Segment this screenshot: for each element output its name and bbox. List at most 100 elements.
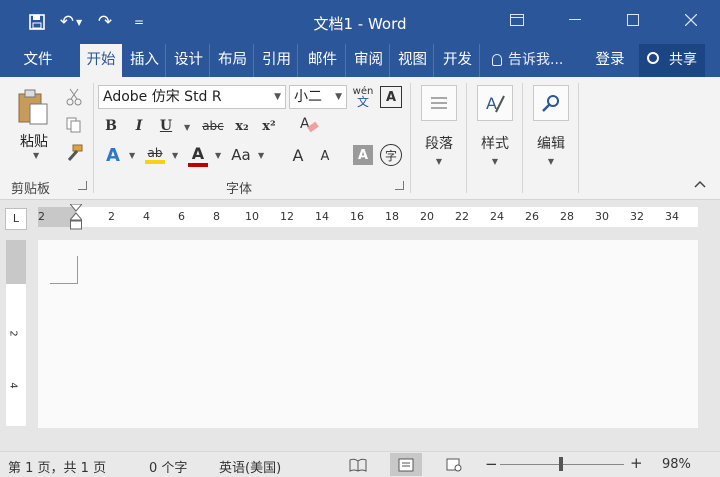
highlight-dropdown-icon[interactable]: ▼ bbox=[172, 151, 178, 160]
clear-formatting-icon[interactable]: A bbox=[297, 113, 321, 137]
horizontal-ruler[interactable]: 2 2 4 6 8 10 12 14 16 18 20 22 24 26 28 30 32 34 bbox=[38, 203, 698, 230]
phonetic-guide-button[interactable]: wén 文 bbox=[351, 83, 375, 111]
text-effects-button[interactable]: A bbox=[101, 143, 125, 167]
font-size-value: 小二 bbox=[294, 89, 322, 105]
search-icon bbox=[533, 85, 569, 121]
minimize-button[interactable] bbox=[546, 0, 604, 40]
italic-button[interactable]: I bbox=[129, 115, 149, 137]
change-case-dropdown-icon[interactable]: ▼ bbox=[258, 151, 264, 160]
chevron-down-icon: ▼ bbox=[274, 92, 281, 102]
format-painter-icon[interactable] bbox=[64, 143, 84, 163]
highlight-label: ab bbox=[147, 146, 163, 160]
tab-developer[interactable]: 开发 bbox=[436, 44, 480, 77]
document-page[interactable] bbox=[38, 240, 698, 428]
paste-dropdown-icon[interactable]: ▼ bbox=[33, 151, 39, 160]
tab-review[interactable]: 审阅 bbox=[348, 44, 390, 77]
font-name-dropdown[interactable]: Adobe 仿宋 Std R ▼ bbox=[98, 85, 286, 109]
font-color-dropdown-icon[interactable]: ▼ bbox=[215, 151, 221, 160]
font-size-dropdown[interactable]: 小二 ▼ bbox=[289, 85, 347, 109]
styles-label: 样式 bbox=[481, 136, 509, 152]
font-color-button[interactable]: A bbox=[186, 141, 210, 169]
book-icon bbox=[349, 458, 367, 472]
print-layout-button[interactable] bbox=[390, 453, 422, 476]
ruler-bar: L 2 2 4 6 8 10 12 14 16 18 20 22 24 26 28 30 32 34 bbox=[0, 200, 720, 233]
sign-in-link[interactable]: 登录 bbox=[590, 44, 630, 77]
vruler-tick: 2 bbox=[7, 330, 19, 337]
zoom-slider-thumb[interactable] bbox=[558, 457, 563, 471]
maximize-button[interactable] bbox=[604, 0, 662, 40]
share-label: 共享 bbox=[669, 52, 697, 68]
subscript-button[interactable]: x₂ bbox=[231, 115, 253, 137]
text-effects-dropdown-icon[interactable]: ▼ bbox=[129, 151, 135, 160]
tab-file[interactable]: 文件 bbox=[8, 44, 68, 77]
language-indicator[interactable]: 英语(美国) bbox=[219, 457, 281, 476]
tab-design[interactable]: 设计 bbox=[168, 44, 210, 77]
group-divider bbox=[578, 83, 579, 193]
ribbon-home: 粘贴 ▼ 剪贴板 Adobe 仿宋 Std R ▼ 小二 ▼ wén 文 A B I… bbox=[0, 77, 720, 200]
clipboard-group-label: 剪贴板 bbox=[11, 182, 51, 197]
zoom-level[interactable]: 98% bbox=[662, 457, 691, 472]
ribbon-display-options-button[interactable] bbox=[488, 0, 546, 40]
group-divider bbox=[522, 83, 523, 193]
tab-layout[interactable]: 布局 bbox=[212, 44, 254, 77]
tab-mailings[interactable]: 邮件 bbox=[300, 44, 346, 77]
copy-icon[interactable] bbox=[64, 115, 84, 135]
page-layout-icon bbox=[398, 458, 414, 471]
paste-button[interactable]: 粘贴 bbox=[14, 131, 54, 151]
editing-button[interactable]: 编辑 ▼ bbox=[526, 85, 576, 171]
highlight-color-bar bbox=[145, 160, 165, 164]
change-case-button[interactable]: Aa bbox=[228, 143, 254, 167]
tell-me-box[interactable]: 告诉我... bbox=[492, 44, 563, 77]
phonetic-char: 文 bbox=[356, 95, 369, 109]
paste-icon[interactable] bbox=[14, 87, 52, 127]
styles-button[interactable]: A 样式 ▼ bbox=[470, 85, 520, 171]
bold-button[interactable]: B bbox=[101, 115, 121, 137]
ruler-tick: 6 bbox=[178, 210, 185, 223]
font-color-label: A bbox=[191, 143, 205, 163]
vertical-ruler[interactable]: 2 4 bbox=[6, 240, 26, 426]
underline-button[interactable]: U bbox=[156, 115, 176, 137]
ribbon-tabs: 文件 开始 插入 设计 布局 引用 邮件 审阅 视图 开发 告诉我... 登录 … bbox=[0, 44, 720, 121]
character-border-button[interactable]: A bbox=[380, 86, 402, 108]
tab-insert[interactable]: 插入 bbox=[124, 44, 166, 77]
share-button[interactable]: 共享 bbox=[639, 44, 705, 77]
character-shading-button[interactable]: A bbox=[353, 145, 373, 165]
strikethrough-button[interactable]: abc bbox=[198, 115, 228, 137]
superscript-button[interactable]: x² bbox=[258, 115, 280, 137]
ruler-tick: 12 bbox=[280, 210, 294, 223]
paragraph-label: 段落 bbox=[425, 136, 453, 152]
group-divider bbox=[410, 83, 411, 193]
ruler-tick: 32 bbox=[630, 210, 644, 223]
tab-selector-button[interactable]: L bbox=[5, 208, 27, 230]
ruler-tick: 30 bbox=[595, 210, 609, 223]
collapse-ribbon-icon[interactable] bbox=[692, 177, 708, 191]
lightbulb-icon bbox=[492, 54, 502, 66]
cut-icon[interactable] bbox=[64, 87, 84, 107]
web-layout-button[interactable] bbox=[438, 453, 470, 476]
close-button[interactable] bbox=[662, 0, 720, 40]
tab-home[interactable]: 开始 bbox=[80, 44, 122, 77]
underline-dropdown-icon[interactable]: ▼ bbox=[184, 123, 190, 132]
page-corner-mark bbox=[50, 256, 78, 284]
font-launcher-icon[interactable] bbox=[395, 181, 404, 190]
tab-view[interactable]: 视图 bbox=[392, 44, 434, 77]
title-bar: ↶ ▼ ↷ = 文档1 - Word bbox=[0, 0, 720, 44]
ruler-tick: 16 bbox=[350, 210, 364, 223]
grow-font-button[interactable]: A bbox=[287, 143, 309, 167]
zoom-out-button[interactable]: − bbox=[485, 455, 498, 473]
clipboard-launcher-icon[interactable] bbox=[78, 181, 87, 190]
word-count[interactable]: 0 个字 bbox=[149, 457, 187, 476]
ruler-tick: 22 bbox=[455, 210, 469, 223]
enclose-characters-button[interactable]: 字 bbox=[380, 144, 402, 166]
chevron-down-icon: ▼ bbox=[491, 157, 499, 166]
indent-marker-icon[interactable] bbox=[68, 203, 84, 232]
zoom-in-button[interactable]: + bbox=[630, 454, 643, 472]
shrink-font-button[interactable]: A bbox=[315, 145, 335, 167]
highlight-button[interactable]: ab bbox=[142, 141, 168, 169]
paragraph-button[interactable]: 段落 ▼ bbox=[414, 85, 464, 171]
tab-references[interactable]: 引用 bbox=[256, 44, 298, 77]
page-count[interactable]: 第 1 页，共 1 页 bbox=[8, 457, 106, 476]
font-group-label: 字体 bbox=[226, 182, 253, 197]
vruler-tick: 4 bbox=[7, 382, 19, 389]
read-mode-button[interactable] bbox=[342, 453, 374, 476]
